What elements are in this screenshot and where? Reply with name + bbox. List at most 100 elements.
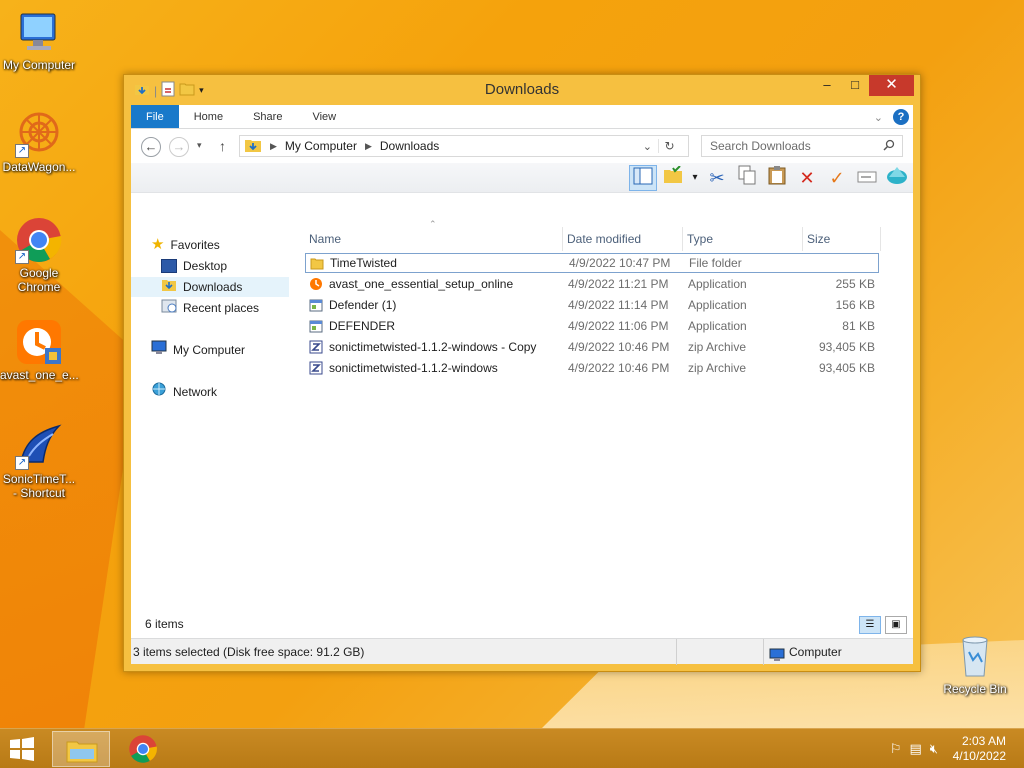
sonic-icon: ↗	[15, 422, 63, 470]
computer-icon	[15, 8, 63, 56]
search-icon	[883, 139, 895, 154]
file-type: Application	[688, 319, 747, 333]
file-row[interactable]: sonictimetwisted-1.1.2-windows - Copy 4/9…	[305, 337, 879, 357]
explorer-window[interactable]: | ▾ Downloads – □ ✕ File Home Share View…	[123, 74, 921, 672]
nav-desktop[interactable]: Desktop	[161, 256, 227, 276]
breadcrumb-arrow-icon[interactable]: ▶	[270, 141, 277, 152]
star-icon: ★	[151, 236, 165, 253]
desktop-icon-label: Google Chrome	[17, 266, 61, 294]
desktop-icon-sonic-shortcut[interactable]: ↗ SonicTimeT... - Shortcut	[0, 422, 78, 500]
address-dropdown-icon[interactable]: ⌄	[643, 140, 652, 153]
network-tray-icon[interactable]: ▤	[910, 741, 922, 757]
file-row[interactable]: sonictimetwisted-1.1.2-windows 4/9/2022 1…	[305, 358, 879, 378]
file-name: TimeTwisted	[330, 256, 397, 270]
file-row[interactable]: DEFENDER 4/9/2022 11:06 PM Application 81 K…	[305, 316, 879, 336]
cut-icon[interactable]: ✂	[703, 165, 731, 191]
window-title: Downloads	[484, 81, 560, 98]
search-input[interactable]: Search Downloads	[701, 135, 903, 157]
file-row[interactable]: TimeTwisted 4/9/2022 10:47 PM File folder	[305, 253, 879, 273]
selection-status: 3 items selected (Disk free space: 91.2 …	[133, 645, 365, 659]
tab-file[interactable]: File	[131, 105, 179, 128]
breadcrumb-downloads[interactable]: Downloads	[380, 139, 439, 153]
file-date: 4/9/2022 11:06 PM	[568, 319, 669, 333]
nav-my-computer[interactable]: My Computer	[151, 340, 245, 360]
column-size[interactable]: Size	[803, 227, 881, 251]
column-name[interactable]: Name	[305, 227, 563, 251]
tab-home[interactable]: Home	[179, 105, 238, 128]
taskbar-file-explorer[interactable]	[52, 731, 110, 767]
clock-time: 2:03 AM	[961, 734, 1006, 748]
rename-icon[interactable]	[853, 165, 881, 191]
nav-network[interactable]: Network	[151, 382, 217, 402]
file-name: sonictimetwisted-1.1.2-windows	[329, 361, 498, 375]
file-date: 4/9/2022 11:21 PM	[568, 277, 669, 291]
file-list: ⌃ Name Date modified Type Size TimeTwist…	[305, 219, 913, 610]
window-controls: – □ ✕	[813, 75, 914, 96]
desktop-icon-recycle-bin[interactable]: Recycle Bin	[936, 632, 1014, 696]
toolbar-dropdown-icon[interactable]: ▾	[689, 165, 701, 191]
toolbar-icons: ▾ ✂ ✕ ✓	[629, 165, 911, 191]
up-button[interactable]: ↑	[219, 138, 226, 154]
nav-recent-places[interactable]: Recent places	[161, 298, 259, 318]
status-area: 6 items ☰ ▣	[131, 610, 913, 638]
tab-view[interactable]: View	[297, 105, 351, 128]
breadcrumb-my-computer[interactable]: My Computer	[285, 139, 357, 153]
start-button[interactable]	[8, 737, 40, 761]
close-button[interactable]: ✕	[869, 75, 914, 96]
title-bar[interactable]: | ▾ Downloads – □ ✕	[124, 75, 920, 105]
desktop-icon-my-computer[interactable]: My Computer	[0, 8, 78, 72]
paste-icon[interactable]	[763, 165, 791, 191]
column-date-modified[interactable]: Date modified	[563, 227, 683, 251]
view-buttons: ☰ ▣	[859, 616, 907, 634]
taskbar-chrome[interactable]	[114, 731, 172, 767]
shell-icon[interactable]	[883, 165, 911, 191]
clock[interactable]: 2:03 AM 4/10/2022	[953, 734, 1006, 764]
preview-pane-icon[interactable]	[629, 165, 657, 191]
file-date: 4/9/2022 10:46 PM	[568, 340, 670, 354]
copy-icon[interactable]	[733, 165, 761, 191]
forward-button[interactable]: →	[169, 137, 189, 157]
status-separator	[763, 639, 764, 665]
refresh-icon[interactable]: ↻	[658, 139, 680, 153]
window-content: File Home Share View ⌄ ? ← → ▾ ↑ ▶ My Co…	[131, 105, 913, 665]
zip-icon	[309, 361, 323, 375]
action-center-icon[interactable]: ⚐	[890, 741, 902, 757]
address-bar[interactable]: ▶ My Computer ▶ Downloads ⌄ ↻	[239, 135, 689, 157]
file-name: Defender (1)	[329, 298, 397, 312]
large-icons-view-icon[interactable]: ▣	[885, 616, 907, 634]
nav-favorites[interactable]: ★ Favorites	[151, 235, 220, 255]
navigation-pane: ★ Favorites Desktop Downloads Recent pla…	[131, 223, 289, 610]
file-size: 156 KB	[835, 298, 875, 312]
address-row: ← → ▾ ↑ ▶ My Computer ▶ Downloads ⌄ ↻ Se…	[131, 129, 913, 163]
desktop-icon-avast[interactable]: avast_one_e...	[0, 318, 79, 382]
rename-check-icon[interactable]: ✓	[823, 165, 851, 191]
delete-icon[interactable]: ✕	[793, 165, 821, 191]
expand-ribbon-icon[interactable]: ⌄	[874, 111, 883, 124]
desktop-icon-datawagon[interactable]: ↗ DataWagon...	[0, 110, 78, 174]
select-folder-icon[interactable]	[659, 165, 687, 191]
column-type[interactable]: Type	[683, 227, 803, 251]
file-row[interactable]: Defender (1) 4/9/2022 11:14 PM Application…	[305, 295, 879, 315]
desktop-icon-label: My Computer	[2, 58, 76, 72]
file-row[interactable]: avast_one_essential_setup_online 4/9/2022…	[305, 274, 879, 294]
network-icon	[151, 382, 167, 403]
minimize-button[interactable]: –	[813, 75, 841, 96]
help-icon[interactable]: ?	[893, 109, 909, 125]
nav-label: Network	[173, 385, 218, 399]
desktop-icon-chrome[interactable]: ↗ Google Chrome	[0, 216, 78, 294]
app-icon	[309, 319, 323, 333]
nav-label: Favorites	[170, 238, 220, 252]
command-toolbar: ▾ ✂ ✕ ✓	[131, 163, 913, 193]
tab-share[interactable]: Share	[238, 105, 297, 128]
volume-muted-icon[interactable]: 🔇︎	[930, 741, 938, 757]
computer-icon	[769, 645, 785, 671]
recycle-bin-icon	[951, 632, 999, 680]
breadcrumb-arrow-icon[interactable]: ▶	[365, 141, 372, 152]
file-explorer-icon	[66, 741, 98, 763]
recent-locations-icon[interactable]: ▾	[197, 140, 202, 151]
shortcut-arrow-icon: ↗	[15, 144, 29, 158]
maximize-button[interactable]: □	[841, 75, 869, 96]
back-button[interactable]: ←	[141, 137, 161, 157]
details-view-icon[interactable]: ☰	[859, 616, 881, 634]
nav-downloads[interactable]: Downloads	[131, 277, 289, 297]
